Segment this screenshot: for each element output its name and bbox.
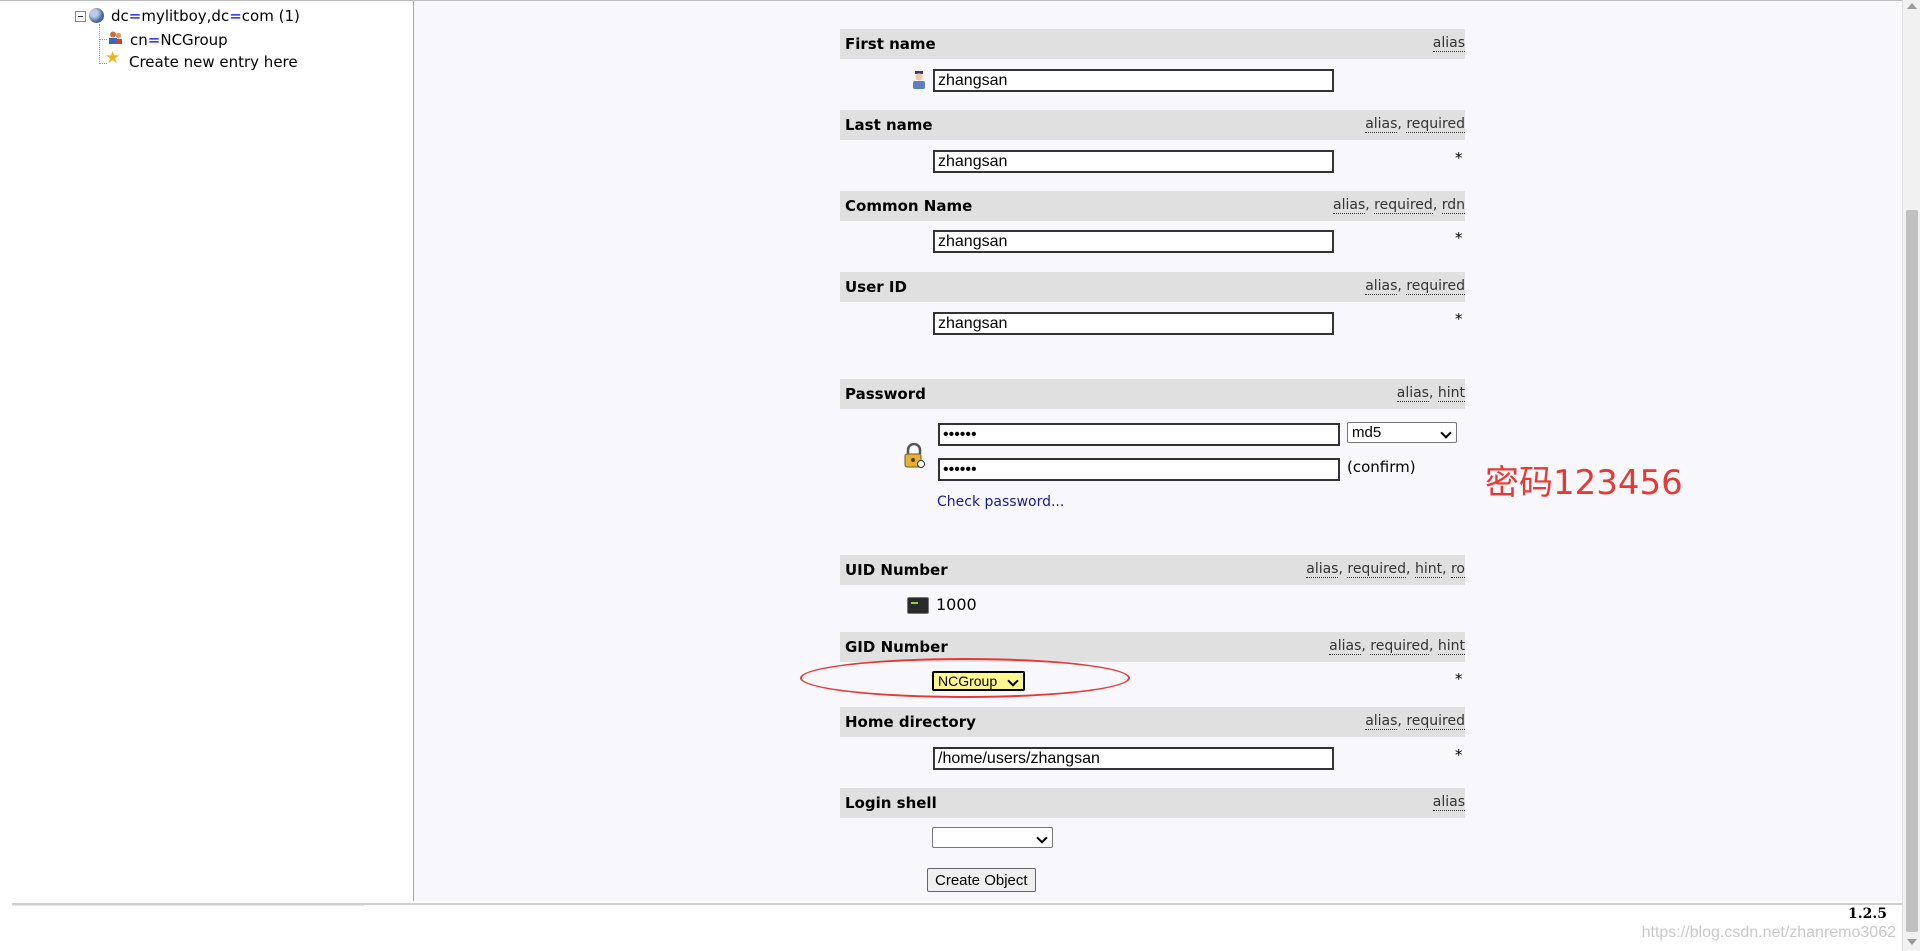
required-marker: *: [1455, 149, 1463, 167]
common-name-input[interactable]: [933, 230, 1334, 253]
first-name-input[interactable]: [933, 69, 1334, 92]
required-marker: *: [1455, 310, 1463, 328]
alias-link[interactable]: alias: [1432, 794, 1465, 811]
alias-link[interactable]: alias: [1329, 638, 1362, 655]
alias-link[interactable]: alias: [1396, 385, 1429, 402]
required-link[interactable]: required: [1347, 561, 1407, 578]
required-link[interactable]: required: [1370, 638, 1429, 655]
watermark: https://blog.csdn.net/zhanremo3062: [1641, 924, 1896, 941]
rdn-link[interactable]: rdn: [1441, 197, 1465, 214]
scroll-down-arrow-icon[interactable]: [1907, 939, 1917, 945]
hint-link[interactable]: hint: [1437, 385, 1465, 402]
common-name-header: Common Name alias, required, rdn: [840, 191, 1465, 221]
lock-icon: [904, 443, 925, 468]
required-link[interactable]: required: [1406, 116, 1465, 133]
person-icon: [913, 71, 925, 89]
uid-number-value: 1000: [936, 595, 977, 614]
check-password-link[interactable]: Check password...: [937, 494, 1064, 510]
uid-number-label: UID Number: [845, 561, 948, 579]
required-link[interactable]: required: [1406, 278, 1465, 295]
login-shell-select[interactable]: [932, 827, 1053, 848]
login-shell-header: Login shell alias: [840, 788, 1465, 818]
hash-type-select[interactable]: md5: [1347, 422, 1457, 443]
last-name-input[interactable]: [933, 150, 1334, 173]
tree-connector: [99, 39, 107, 40]
first-name-label: First name: [845, 35, 936, 53]
home-directory-header: Home directory alias, required: [840, 707, 1465, 737]
uid-number-header: UID Number alias, required, hint, ro: [840, 555, 1465, 585]
alias-link[interactable]: alias: [1365, 278, 1398, 295]
tree-child-value: NCGroup: [160, 31, 228, 49]
tree-root-dc1-key: dc: [111, 7, 129, 25]
create-new-entry-label: Create new entry here: [129, 53, 298, 71]
required-marker: *: [1455, 229, 1463, 247]
alias-link[interactable]: alias: [1306, 561, 1339, 578]
scroll-up-arrow-icon[interactable]: [1907, 3, 1917, 9]
alias-link[interactable]: alias: [1365, 713, 1398, 730]
gid-number-select[interactable]: NCGroup: [932, 671, 1025, 691]
login-shell-label: Login shell: [845, 794, 937, 812]
tree-root-count: (1): [278, 7, 300, 25]
tree-root-dc2-value: com: [241, 7, 274, 25]
first-name-header: First name alias: [840, 29, 1465, 59]
version-label: 1.2.5: [1848, 906, 1887, 922]
annotation-password-note: 密码123456: [1485, 463, 1683, 503]
alias-link[interactable]: alias: [1365, 116, 1398, 133]
tree-root-dc2-key: dc: [211, 7, 230, 25]
alias-link[interactable]: alias: [1432, 35, 1465, 52]
terminal-icon: [907, 597, 929, 614]
gid-number-label: GID Number: [845, 638, 948, 656]
tree-collapse-toggle[interactable]: [75, 11, 86, 22]
tree-item-ncgroup[interactable]: cn=NCGroup: [130, 31, 228, 49]
tree-root-entry[interactable]: dc=mylitboy,dc=com (1): [111, 7, 300, 25]
footer-divider: [12, 905, 364, 906]
alias-link[interactable]: alias: [1333, 197, 1366, 214]
vertical-scrollbar[interactable]: [1902, 0, 1920, 951]
ro-link[interactable]: ro: [1450, 561, 1465, 578]
password-header: Password alias, hint: [840, 379, 1465, 409]
user-id-input[interactable]: [933, 312, 1334, 335]
last-name-header: Last name alias, required: [840, 110, 1465, 140]
star-icon: ★: [105, 48, 121, 68]
create-object-button[interactable]: Create Object: [927, 868, 1036, 892]
home-directory-label: Home directory: [845, 713, 976, 731]
user-id-label: User ID: [845, 278, 907, 296]
hint-link[interactable]: hint: [1437, 638, 1465, 655]
create-new-entry-link[interactable]: Create new entry here: [129, 53, 298, 71]
hash-type-value: md5: [1352, 424, 1382, 441]
required-link[interactable]: required: [1406, 713, 1465, 730]
gid-number-value: NCGroup: [938, 673, 998, 689]
required-link[interactable]: required: [1374, 197, 1433, 214]
last-name-label: Last name: [845, 116, 933, 134]
required-marker: *: [1455, 670, 1463, 688]
home-directory-input[interactable]: [933, 747, 1334, 770]
globe-icon: [89, 8, 104, 23]
user-id-header: User ID alias, required: [840, 272, 1465, 302]
hint-link[interactable]: hint: [1414, 561, 1443, 578]
password-label: Password: [845, 385, 926, 403]
password-confirm-input[interactable]: [938, 458, 1340, 481]
tree-pane: [12, 1, 413, 899]
tree-connector: [99, 24, 100, 64]
tree-child-key: cn: [130, 31, 148, 49]
confirm-label: (confirm): [1347, 458, 1416, 476]
group-icon: [109, 31, 122, 44]
password-input[interactable]: [938, 423, 1340, 446]
required-marker: *: [1455, 746, 1463, 764]
scroll-thumb[interactable]: [1906, 210, 1918, 932]
common-name-label: Common Name: [845, 197, 973, 215]
tree-root-dc1-value: mylitboy: [141, 7, 207, 25]
